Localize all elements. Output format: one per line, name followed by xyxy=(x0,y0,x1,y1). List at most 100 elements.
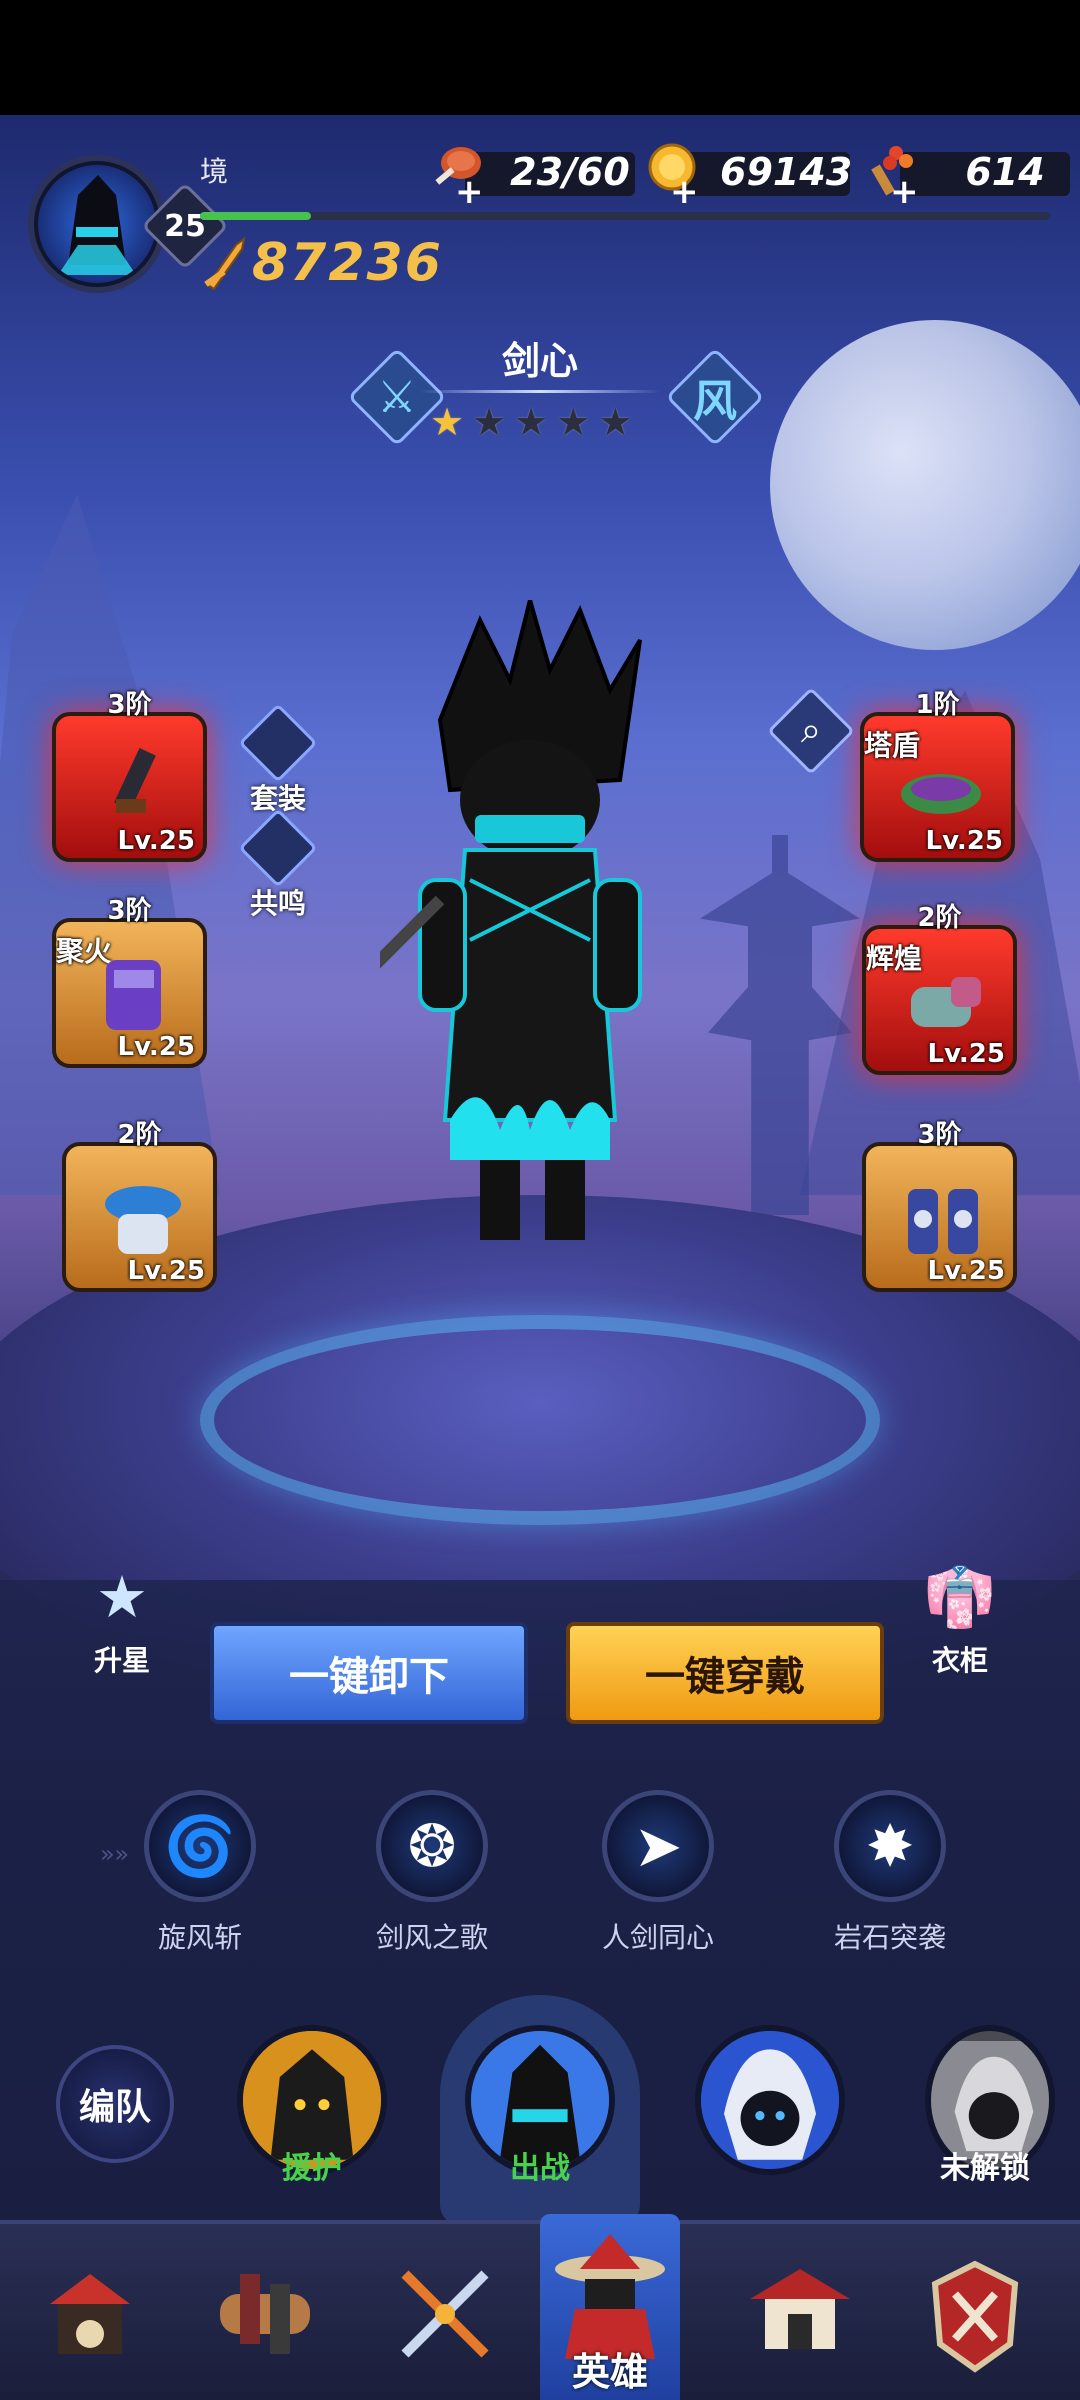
magic-circle xyxy=(200,1315,880,1525)
add-herb-icon[interactable]: + xyxy=(890,172,919,212)
herb-resource[interactable]: + 614 xyxy=(860,140,1070,212)
moon xyxy=(770,320,1080,650)
title-divider xyxy=(420,390,660,393)
slot-label-support: 援护 xyxy=(282,2151,342,2186)
skill-label: 人剑同心 xyxy=(601,1921,714,1954)
roster-hero-third[interactable] xyxy=(695,2025,845,2175)
empty-star-icon: ★ xyxy=(472,400,507,444)
belt-icon xyxy=(901,774,981,814)
skill-rock-strike[interactable]: ✸ 岩石突袭 xyxy=(790,1790,990,1956)
nav-hero-label: 英雄 xyxy=(571,2350,648,2394)
star-up-button[interactable]: ★ 升星 xyxy=(80,1555,164,1679)
wardrobe-button[interactable]: 👘 衣柜 xyxy=(918,1555,1002,1679)
bottom-navigation: 英雄 xyxy=(0,2214,1080,2400)
magnifier-icon: ⌕ xyxy=(800,710,822,751)
skill-label: 旋风斩 xyxy=(157,1921,242,1954)
star-up-icon: ★ xyxy=(96,1563,148,1631)
purple-armor-icon xyxy=(106,960,161,1030)
scroll-icon xyxy=(220,2274,310,2354)
skill-label: 剑风之歌 xyxy=(375,1921,488,1954)
white-hair-hero-portrait xyxy=(701,2031,839,2169)
skill-row: » » 🌀 旋风斩 ❂ 剑风之歌 ➤ 人剑同心 ✸ 岩石突袭 xyxy=(0,1790,1080,1960)
power-sword-icon xyxy=(204,236,246,291)
skill-wind-song[interactable]: ❂ 剑风之歌 xyxy=(332,1790,532,1956)
equip-level: Lv.25 xyxy=(927,1039,1005,1069)
boots-icon xyxy=(908,1189,978,1254)
resonance-button[interactable]: 共鸣 xyxy=(238,808,318,922)
shop-icon xyxy=(50,2274,130,2354)
gold-value: 69143 xyxy=(720,150,853,194)
nav-hero[interactable]: 英雄 xyxy=(540,2214,680,2400)
hero-star-rating: ★ ★ ★ ★ ★ xyxy=(430,400,632,444)
nav-scroll[interactable] xyxy=(195,2234,335,2394)
blade-weapon-icon xyxy=(114,748,156,813)
skill-label: 岩石突袭 xyxy=(833,1921,946,1954)
whirlwind-icon: 🌀 xyxy=(144,1790,256,1902)
equip-tier: 3阶 xyxy=(917,1120,962,1150)
combat-power: 87236 xyxy=(200,233,443,293)
equip-tier: 3阶 xyxy=(107,896,152,926)
status-bar-area xyxy=(0,0,1080,115)
gold-resource[interactable]: + 69143 xyxy=(640,140,852,212)
resonance-label: 共鸣 xyxy=(250,887,307,920)
slot-label-locked: 未解锁 xyxy=(940,2151,1030,2186)
equip-all-button[interactable]: 一键穿戴 xyxy=(566,1622,884,1724)
empty-star-icon: ★ xyxy=(598,400,633,444)
wind-song-icon: ❂ xyxy=(376,1790,488,1902)
add-gold-icon[interactable]: + xyxy=(670,172,699,212)
equip-slot-armor[interactable]: 3阶 聚火 Lv.25 xyxy=(52,896,207,1068)
set-bonus-button[interactable]: 套装 xyxy=(238,703,318,817)
set-icon xyxy=(238,703,318,783)
equip-level: Lv.25 xyxy=(927,1256,1005,1286)
wardrobe-label: 衣柜 xyxy=(931,1644,988,1677)
add-stamina-icon[interactable]: + xyxy=(455,172,484,212)
battle-icon xyxy=(931,2260,1019,2373)
nav-dojo[interactable] xyxy=(730,2234,870,2394)
shoulder-guard-icon xyxy=(105,1186,181,1254)
nav-shop[interactable] xyxy=(20,2234,160,2394)
wind-element-icon: 风 xyxy=(693,376,737,427)
hero-roster: 编队 援护 出战 未解锁 xyxy=(0,1995,1080,2225)
power-value: 87236 xyxy=(252,233,443,293)
equip-tier: 2阶 xyxy=(117,1120,162,1150)
equip-slot-belt[interactable]: 1阶 塔盾 Lv.25 xyxy=(860,690,1015,862)
player-name: 境 xyxy=(200,155,229,188)
stamina-resource[interactable]: + 23/60 xyxy=(425,140,635,212)
xp-fill xyxy=(200,212,311,220)
equip-tier: 1阶 xyxy=(915,690,960,720)
player-hud: 25 境 87236 + 23/60 + 69143 + 614 xyxy=(0,115,1080,315)
hero-icon xyxy=(555,2234,665,2359)
equip-slot-shoulder[interactable]: 2阶 Lv.25 xyxy=(62,1120,217,1292)
herb-value: 614 xyxy=(965,150,1045,194)
equip-level: Lv.25 xyxy=(127,1256,205,1286)
blade-unity-icon: ➤ xyxy=(602,1790,714,1902)
equip-slot-weapon[interactable]: 3阶 Lv.25 xyxy=(52,690,207,862)
equip-level: Lv.25 xyxy=(117,1032,195,1062)
nav-weapons[interactable] xyxy=(375,2234,515,2394)
equip-level: Lv.25 xyxy=(117,826,195,856)
unequip-all-button[interactable]: 一键卸下 xyxy=(210,1622,528,1724)
empty-star-icon: ★ xyxy=(556,400,591,444)
skill-whirlwind[interactable]: 🌀 旋风斩 xyxy=(100,1790,300,1956)
hero-character[interactable] xyxy=(380,600,680,1280)
wardrobe-icon: 👘 xyxy=(923,1562,997,1631)
equip-tier: 3阶 xyxy=(107,690,152,720)
gauntlet-icon xyxy=(911,977,981,1027)
resonance-icon xyxy=(238,808,318,888)
star-up-label: 升星 xyxy=(93,1644,150,1677)
dojo-icon xyxy=(750,2269,850,2349)
empty-star-icon: ★ xyxy=(514,400,549,444)
equip-tier: 2阶 xyxy=(917,903,962,933)
skill-blade-unity[interactable]: ➤ 人剑同心 xyxy=(558,1790,758,1956)
equip-slot-gauntlet[interactable]: 2阶 辉煌 Lv.25 xyxy=(862,903,1017,1075)
equip-slot-boots[interactable]: 3阶 Lv.25 xyxy=(862,1120,1017,1292)
weapons-icon xyxy=(401,2270,489,2358)
equip-level: Lv.25 xyxy=(925,826,1003,856)
team-formation-button[interactable]: 编队 xyxy=(56,2045,174,2163)
rock-strike-icon: ✸ xyxy=(834,1790,946,1902)
slot-label-active: 出战 xyxy=(510,2151,570,2186)
nav-battle[interactable] xyxy=(905,2234,1045,2394)
hero-name: 剑心 xyxy=(501,339,578,383)
filled-star-icon: ★ xyxy=(430,400,465,444)
stamina-value: 23/60 xyxy=(510,150,630,194)
